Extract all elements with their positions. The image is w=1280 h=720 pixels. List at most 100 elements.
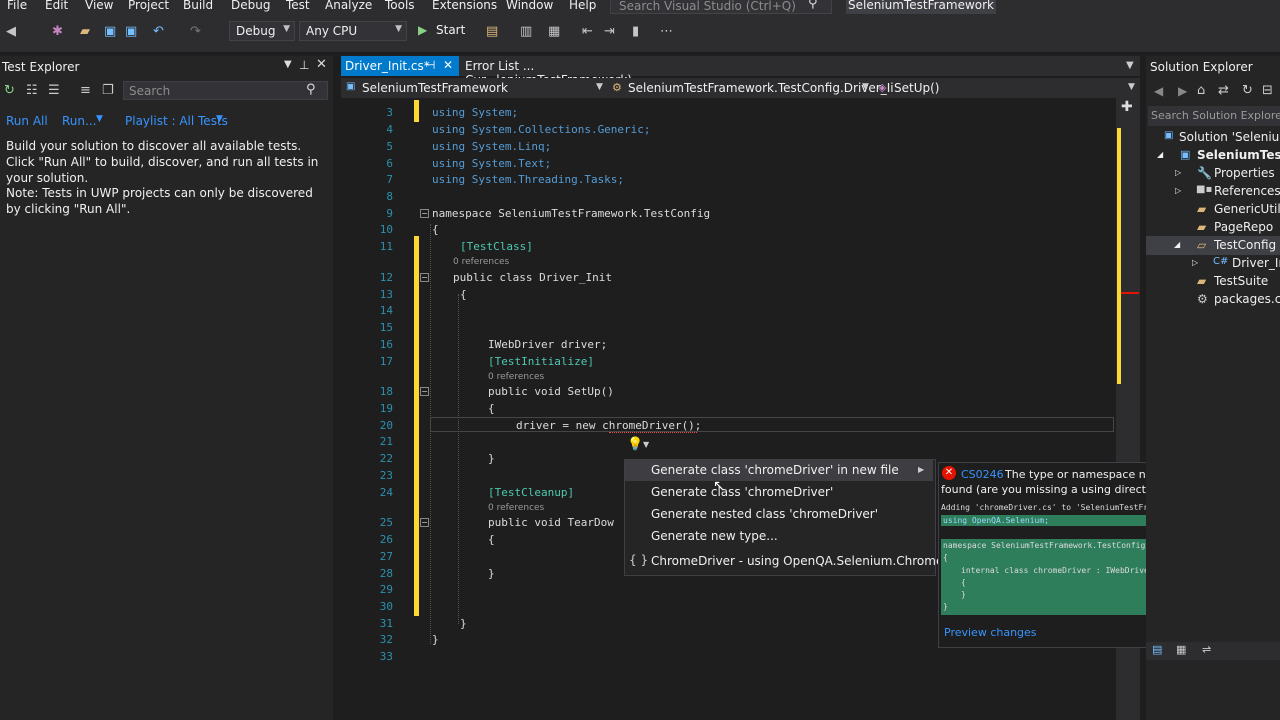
tree-item-genericutils[interactable]: GenericUtils <box>1214 202 1280 216</box>
expanded-arrow-icon[interactable]: ◢ <box>1174 240 1180 249</box>
references-codelens[interactable]: 0 references <box>488 372 544 382</box>
menu-help[interactable]: Help <box>569 0 596 12</box>
quick-action-item[interactable]: ChromeDriver - using OpenQA.Selenium.Chr… <box>651 554 947 568</box>
browse-icon[interactable]: ▤ <box>486 24 498 39</box>
sync-icon[interactable]: ⇄ <box>1218 83 1229 98</box>
chevron-down-icon[interactable]: ▼ <box>216 114 223 124</box>
tree-item-pagerepo[interactable]: PageRepo <box>1214 220 1273 234</box>
chevron-down-icon[interactable]: ▼ <box>643 440 649 449</box>
solution-tab-icon[interactable]: ▤ <box>1152 643 1162 656</box>
tree-item-packages[interactable]: packages.co <box>1214 292 1280 306</box>
copy-icon[interactable]: ❐ <box>102 83 114 98</box>
quick-action-item[interactable]: Generate nested class 'chromeDriver' <box>651 507 878 521</box>
tree-item-references[interactable]: References <box>1214 184 1280 198</box>
pin-icon[interactable]: ⊥ <box>299 58 309 72</box>
menu-extensions[interactable]: Extensions <box>432 0 497 12</box>
nav-class-dropdown[interactable]: SeleniumTestFramework.TestConfig.Driver_… <box>628 81 894 95</box>
lightbulb-icon[interactable]: 💡 <box>627 437 643 452</box>
save-all-icon[interactable]: ▣ <box>125 24 137 39</box>
home-icon[interactable]: ⌂ <box>1197 83 1205 98</box>
list-icon[interactable]: ≡ <box>80 83 91 98</box>
dropdown-icon[interactable]: ▼ <box>284 59 292 70</box>
menu-edit[interactable]: Edit <box>45 0 68 12</box>
search-icon[interactable]: ⚲ <box>808 0 818 11</box>
chevron-right-icon[interactable]: ▶ <box>918 465 924 474</box>
collapse-icon[interactable]: − <box>420 518 429 527</box>
tree-item-project[interactable]: SeleniumTestFr <box>1197 148 1280 162</box>
redo-icon[interactable]: ↷ <box>190 24 201 39</box>
tree-item-testconfig[interactable]: TestConfig <box>1214 238 1276 252</box>
tree-item-testsuite[interactable]: TestSuite <box>1214 274 1268 288</box>
back-icon[interactable]: ◀ <box>6 24 16 39</box>
tab-error-list[interactable]: Error List ... Cur...leniumTestFramework… <box>459 56 689 87</box>
quick-action-item[interactable]: Generate class 'chromeDriver' in new fil… <box>651 463 899 477</box>
tab-icon[interactable]: ⇌ <box>1202 643 1211 656</box>
error-code-link[interactable]: CS0246 <box>961 468 1004 481</box>
toolbar-tool-icon[interactable]: ▦ <box>548 24 560 39</box>
undo-icon[interactable]: ↶ <box>153 24 164 39</box>
expanded-arrow-icon[interactable]: ◢ <box>1157 150 1163 159</box>
menu-file[interactable]: File <box>7 0 27 12</box>
bookmark-icon[interactable]: ▮ <box>632 24 639 39</box>
indent-guide <box>430 224 432 644</box>
vs-search-input[interactable]: Search Visual Studio (Ctrl+Q) <box>610 0 832 14</box>
test-search-input[interactable]: Search <box>123 81 328 100</box>
references-codelens[interactable]: 0 references <box>488 503 544 513</box>
close-icon[interactable]: ✕ <box>443 58 453 72</box>
close-icon[interactable]: ✕ <box>316 57 327 72</box>
collapsed-arrow-icon[interactable]: ▷ <box>1175 168 1181 177</box>
platform-dropdown[interactable]: Any CPU ▼ <box>299 21 407 41</box>
tree-item-solution[interactable]: Solution 'SeleniumT <box>1179 130 1280 144</box>
references-codelens[interactable]: 0 references <box>453 257 509 267</box>
collapse-icon[interactable]: − <box>420 387 429 396</box>
chevron-down-icon: ▼ <box>395 24 402 34</box>
collapse-icon[interactable]: − <box>420 273 429 282</box>
config-dropdown[interactable]: Debug ▼ <box>229 21 295 41</box>
toolbar-tool-icon[interactable]: ⋯ <box>660 24 673 39</box>
start-icon[interactable]: ▶ <box>418 23 427 37</box>
pin-icon[interactable]: ⊣ <box>425 58 435 72</box>
run-all-link[interactable]: Run All <box>6 114 48 128</box>
menu-view[interactable]: View <box>85 0 113 12</box>
menu-test[interactable]: Test <box>286 0 310 12</box>
tab-driver-init[interactable]: Driver_Init.cs* ⊣ ✕ <box>341 56 459 76</box>
tree-item-driver-init[interactable]: Driver_Ini <box>1232 256 1280 270</box>
menu-project[interactable]: Project <box>128 0 169 12</box>
menu-window[interactable]: Window <box>506 0 553 12</box>
menu-build[interactable]: Build <box>183 0 213 12</box>
outdent-icon[interactable]: ⇥ <box>604 24 615 39</box>
line-number: 9 <box>386 207 393 220</box>
run-link[interactable]: Run... <box>62 114 96 128</box>
save-icon[interactable]: ▣ <box>104 24 116 39</box>
toolbar-tool-icon[interactable]: ▥ <box>520 24 532 39</box>
quick-action-item[interactable]: Generate class 'chromeDriver' <box>651 485 833 499</box>
collapse-all-icon[interactable]: ⊟ <box>1262 83 1273 98</box>
refresh-icon[interactable]: ↻ <box>1242 83 1253 98</box>
collapsed-arrow-icon[interactable]: ▷ <box>1175 186 1181 195</box>
tab-overflow-icon[interactable]: ▼ <box>1126 60 1134 71</box>
tree-item-properties[interactable]: Properties <box>1214 166 1275 180</box>
search-icon[interactable]: ⚲ <box>306 82 316 97</box>
open-folder-icon[interactable]: ▰ <box>80 24 90 39</box>
back-icon[interactable]: ◀ <box>1154 84 1163 98</box>
indent-icon[interactable]: ⇤ <box>582 24 593 39</box>
team-tab-icon[interactable]: ▦ <box>1176 643 1186 656</box>
start-button[interactable]: Start <box>436 23 465 37</box>
collapse-icon[interactable]: − <box>420 209 429 218</box>
forward-icon[interactable]: ▶ <box>1178 84 1187 98</box>
chevron-down-icon[interactable]: ▼ <box>96 114 103 124</box>
hierarchy-icon[interactable]: ☷ <box>26 83 38 98</box>
nav-member-dropdown[interactable]: SetUp() <box>894 81 939 95</box>
collapsed-arrow-icon[interactable]: ▷ <box>1192 258 1198 267</box>
preview-changes-link[interactable]: Preview changes <box>944 626 1037 639</box>
split-icon[interactable]: ✚ <box>1121 99 1133 115</box>
nav-project-dropdown[interactable]: SeleniumTestFramework <box>362 81 508 95</box>
playlist-link[interactable]: Playlist : All Tests <box>125 114 228 128</box>
menu-tools[interactable]: Tools <box>385 0 415 12</box>
menu-debug[interactable]: Debug <box>231 0 270 12</box>
group-icon[interactable]: ☰ <box>48 83 60 98</box>
new-project-icon[interactable]: ✱ <box>52 24 63 39</box>
refresh-icon[interactable]: ↻ <box>4 83 15 98</box>
quick-action-item[interactable]: Generate new type... <box>651 529 778 543</box>
menu-analyze[interactable]: Analyze <box>325 0 372 12</box>
